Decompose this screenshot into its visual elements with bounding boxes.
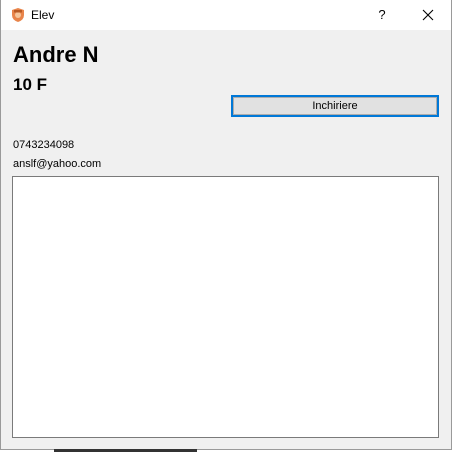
student-name: Andre N	[13, 42, 99, 67]
student-phone: 0743234098	[13, 139, 75, 151]
title-bar[interactable]: Elev ?	[1, 0, 451, 30]
help-button[interactable]: ?	[359, 0, 405, 30]
student-email: anslf@yahoo.com	[13, 158, 102, 170]
student-dialog-window: Elev ? Andre N 10 F Inchiriere 074323409…	[0, 0, 452, 450]
window-title: Elev	[31, 8, 55, 22]
inchiriere-button[interactable]: Inchiriere	[231, 95, 439, 117]
close-icon	[422, 9, 434, 21]
notes-text-area[interactable]	[12, 176, 439, 438]
app-icon	[11, 7, 25, 23]
student-class: 10 F	[13, 75, 48, 94]
close-window-button[interactable]	[405, 0, 451, 30]
